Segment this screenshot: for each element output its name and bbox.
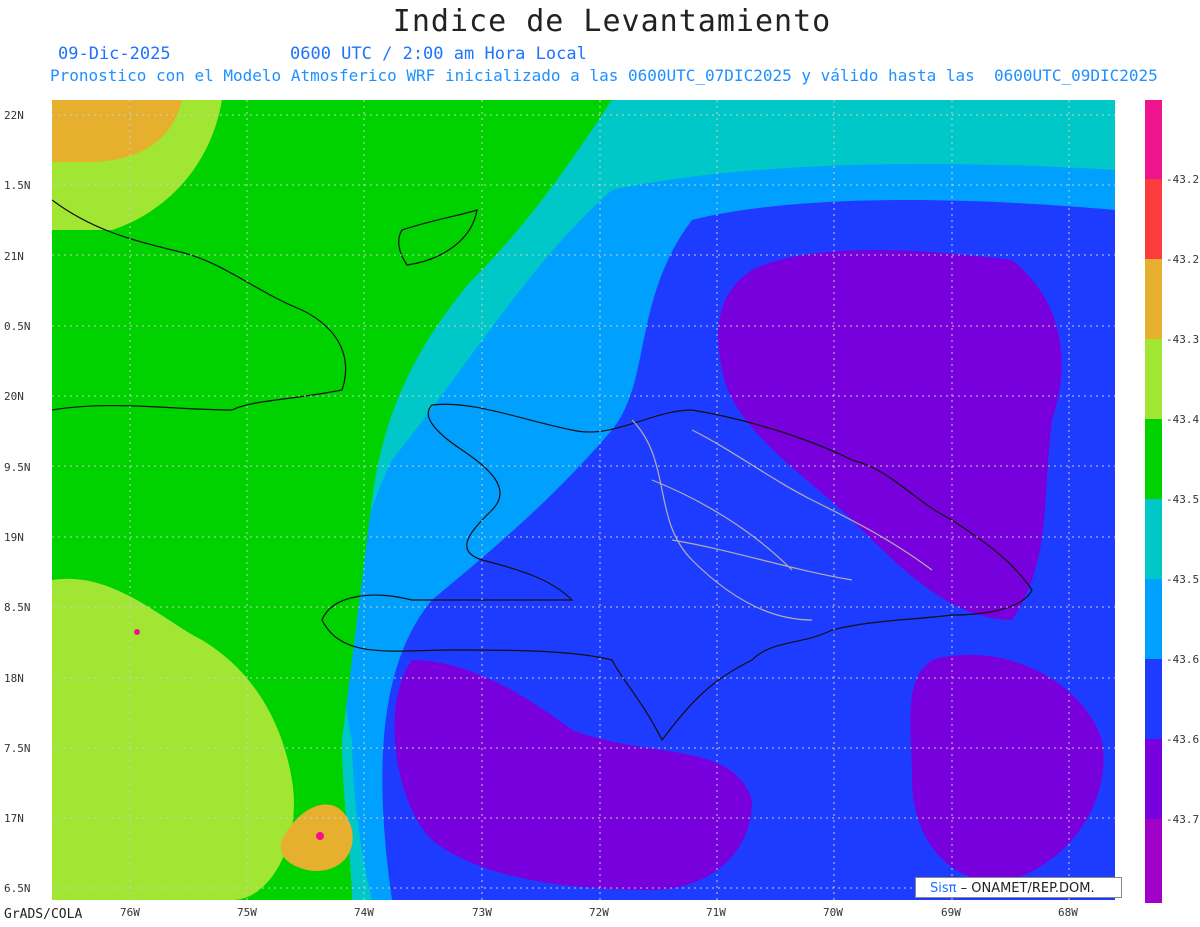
lat-label: 7.5N <box>4 742 31 755</box>
colorbar-swatch <box>1145 579 1162 659</box>
colorbar-swatch <box>1145 819 1162 903</box>
colorbar-swatch <box>1145 659 1162 739</box>
onamet-logo: Sisπ – ONAMET/REP.DOM. <box>915 877 1122 898</box>
lat-label: 6.5N <box>4 882 31 895</box>
lat-label: 8.5N <box>4 601 31 614</box>
colorbar-swatch <box>1145 100 1162 179</box>
forecast-description: Pronostico con el Modelo Atmosferico WRF… <box>50 66 1158 85</box>
colorbar-label: -43.7 <box>1166 813 1200 826</box>
lon-label: 68W <box>1058 906 1078 919</box>
lon-label: 76W <box>120 906 140 919</box>
lon-label: 74W <box>354 906 374 919</box>
colorbar-swatch <box>1145 259 1162 339</box>
colorbar-label: -43.2 <box>1166 173 1200 186</box>
lat-label: 22N <box>4 109 24 122</box>
sispi-logo-brand: Sisπ <box>930 881 957 896</box>
lon-label: 72W <box>589 906 609 919</box>
grads-credit: GrADS/COLA <box>4 907 83 922</box>
colorbar-label: -43.6 <box>1166 653 1200 666</box>
colorbar <box>1145 100 1162 903</box>
colorbar-label: -43.4 <box>1166 413 1200 426</box>
colorbar-swatch <box>1145 339 1162 419</box>
colorbar-label: -43.3 <box>1166 333 1200 346</box>
colorbar-label: -43.2 <box>1166 253 1200 266</box>
lon-label: 71W <box>706 906 726 919</box>
colorbar-swatch <box>1145 499 1162 579</box>
colorbar-swatch <box>1145 739 1162 819</box>
lat-label: 17N <box>4 812 24 825</box>
forecast-time: 0600 UTC / 2:00 am Hora Local <box>290 44 587 64</box>
colorbar-swatch <box>1145 179 1162 259</box>
colorbar-label: -43.5 <box>1166 573 1200 586</box>
colorbar-label: -43.5 <box>1166 493 1200 506</box>
lat-label: 0.5N <box>4 320 31 333</box>
lon-label: 69W <box>941 906 961 919</box>
lat-label: 21N <box>4 250 24 263</box>
map-title: Indice de Levantamiento <box>392 4 832 39</box>
forecast-date: 09-Dic-2025 <box>58 44 171 64</box>
lat-label: 19N <box>4 531 24 544</box>
lat-label: 20N <box>4 390 24 403</box>
lon-label: 70W <box>823 906 843 919</box>
onamet-logo-text: – ONAMET/REP.DOM. <box>960 881 1095 896</box>
colorbar-swatch <box>1145 419 1162 499</box>
lifted-index-map <box>52 100 1115 900</box>
lat-label: 9.5N <box>4 461 31 474</box>
lat-label: 1.5N <box>4 179 31 192</box>
lon-label: 75W <box>237 906 257 919</box>
lon-label: 73W <box>472 906 492 919</box>
lat-label: 18N <box>4 672 24 685</box>
colorbar-label: -43.6 <box>1166 733 1200 746</box>
